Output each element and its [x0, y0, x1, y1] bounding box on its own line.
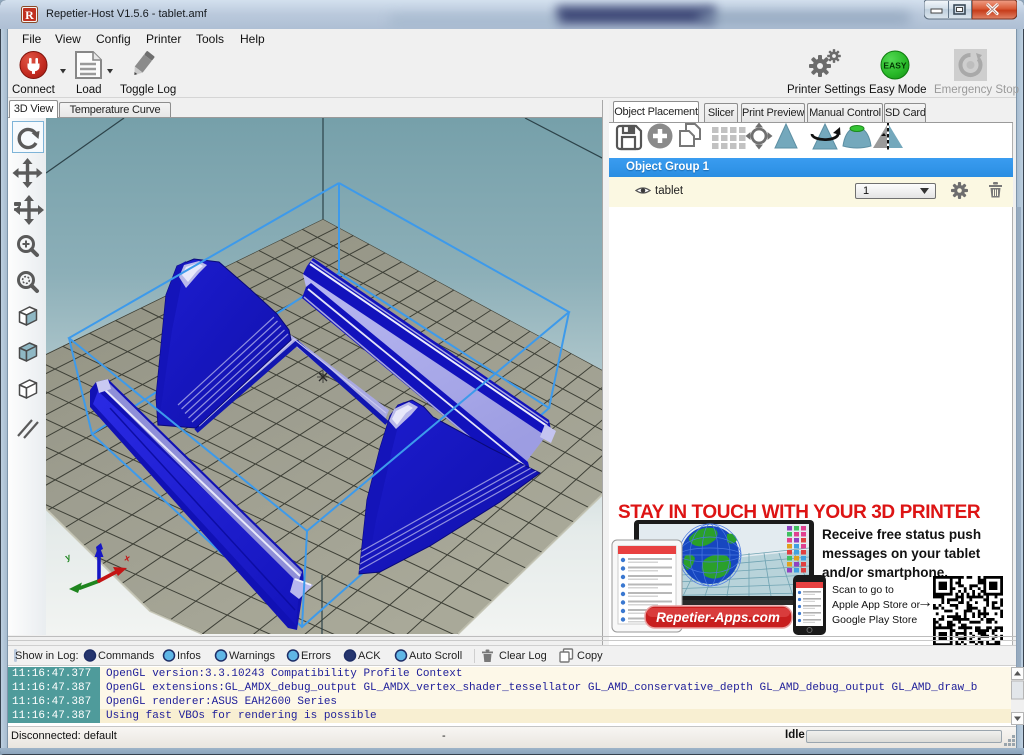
svg-text:R: R — [25, 8, 34, 22]
svg-text:EASY: EASY — [883, 61, 906, 71]
svg-text:Repetier-Apps.com: Repetier-Apps.com — [656, 610, 780, 625]
